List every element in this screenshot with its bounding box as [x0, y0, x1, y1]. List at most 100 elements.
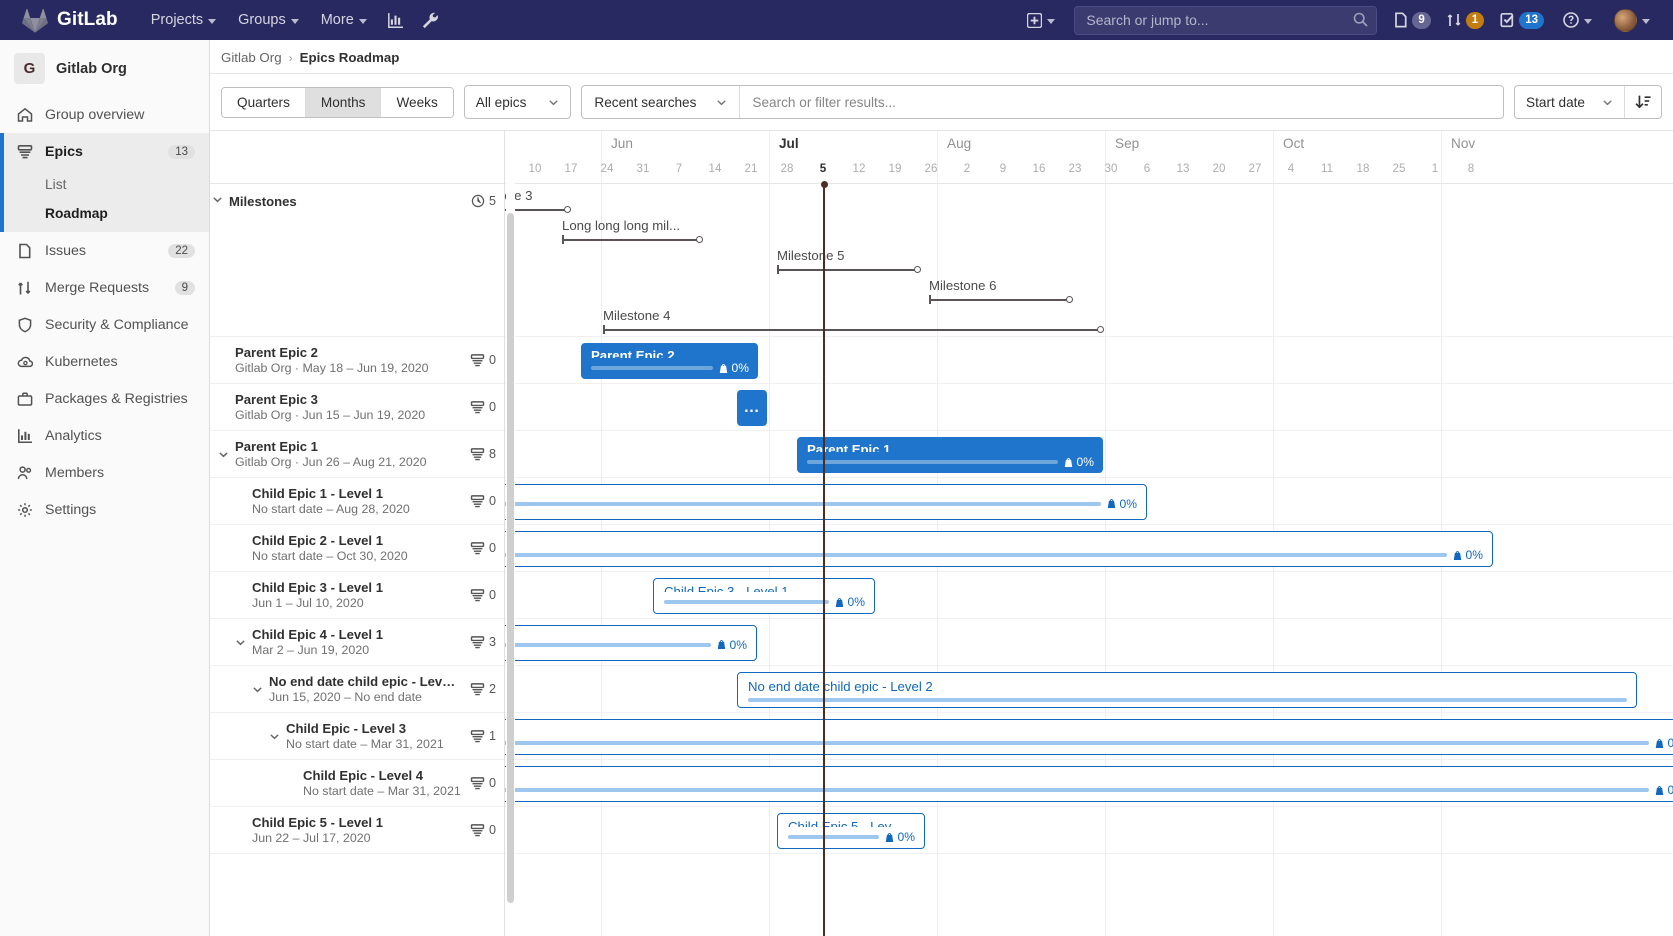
- chevron-down-icon[interactable]: [250, 684, 264, 695]
- nav-merge-requests-badge[interactable]: 1: [1439, 5, 1492, 36]
- preset-weeks[interactable]: Weeks: [381, 88, 452, 117]
- sidebar-epics-subnav: List Roadmap: [0, 170, 209, 232]
- epic-timeline-bar[interactable]: No end date child epic - Level 2: [737, 672, 1637, 708]
- epic-timeline-bar[interactable]: …: [737, 390, 767, 426]
- nav-admin-button[interactable]: [413, 4, 448, 37]
- epic-progress-value: 0%: [1668, 783, 1673, 797]
- epic-list-row[interactable]: Parent Epic 2Gitlab Org · May 18 – Jun 1…: [210, 337, 504, 384]
- epic-progress: 0%: [505, 497, 1137, 511]
- sort-direction-button[interactable]: [1624, 86, 1661, 118]
- filter-search-input[interactable]: [740, 95, 1503, 110]
- preset-quarters[interactable]: Quarters: [222, 88, 306, 117]
- epic-list-row[interactable]: Child Epic 4 - Level 1Mar 2 – Jun 19, 20…: [210, 619, 504, 666]
- sort-descending-icon: [1635, 94, 1651, 110]
- nav-analytics-button[interactable]: [378, 4, 413, 37]
- epic-timeline-bar[interactable]: Child Epic - Level 30%: [505, 719, 1673, 755]
- epic-children-count-wrap: 2: [470, 682, 496, 697]
- chevron-down-icon: [548, 97, 559, 108]
- recent-searches-dropdown[interactable]: Recent searches: [582, 86, 740, 118]
- epic-timeline-bar[interactable]: Parent Epic 20%: [581, 343, 758, 379]
- timeline-day-tick: 4: [1288, 162, 1294, 175]
- sidebar-item-issues[interactable]: Issues 22: [0, 232, 209, 269]
- nav-groups[interactable]: Groups: [227, 3, 310, 37]
- milestone-marker[interactable]: Milestone 5: [777, 248, 920, 274]
- epic-list-row[interactable]: Child Epic - Level 3No start date – Mar …: [210, 713, 504, 760]
- epic-icon: [470, 447, 485, 462]
- epic-timeline-bar[interactable]: Parent Epic 10%: [797, 437, 1103, 473]
- epic-children-count-wrap: 0: [470, 541, 496, 556]
- weight-icon: [1654, 785, 1665, 796]
- epic-list-row[interactable]: Child Epic - Level 4No start date – Mar …: [210, 760, 504, 807]
- epic-timeline-bar[interactable]: 0%: [505, 625, 757, 661]
- timeline-month-label: Aug: [947, 136, 971, 151]
- sidebar-item-epics-list[interactable]: List: [0, 170, 209, 199]
- epic-progress-track: [591, 366, 713, 370]
- epic-progress-percent: 0%: [1452, 548, 1483, 562]
- epic-timeline-bar[interactable]: 0%: [505, 484, 1147, 520]
- epic-timeline-bar[interactable]: Child Epic 3 - Level 10%: [653, 578, 875, 614]
- epic-title: Child Epic 5 - Level 1: [252, 815, 462, 830]
- epic-icon: [470, 541, 485, 556]
- sidebar-item-members[interactable]: Members: [0, 454, 209, 491]
- gitlab-logo[interactable]: GitLab: [12, 8, 118, 33]
- new-item-dropdown[interactable]: [1016, 4, 1066, 37]
- sidebar-item-settings[interactable]: Settings: [0, 491, 209, 528]
- breadcrumb-parent[interactable]: Gitlab Org: [221, 50, 282, 65]
- timeline-month-label: Sep: [1115, 136, 1139, 151]
- epic-timeline-bar[interactable]: Level 10%: [505, 531, 1493, 567]
- global-search[interactable]: [1074, 6, 1377, 35]
- sidebar-item-kubernetes[interactable]: Kubernetes: [0, 343, 209, 380]
- chevron-down-icon[interactable]: [267, 731, 281, 742]
- nav-groups-label: Groups: [238, 12, 286, 28]
- epic-timeline-row: [505, 807, 1673, 854]
- epic-title: Child Epic 3 - Level 1: [252, 580, 462, 595]
- chevron-down-icon: [291, 19, 299, 24]
- epics-state-label: All epics: [476, 95, 527, 110]
- milestone-marker[interactable]: Milestone 6: [929, 278, 1072, 304]
- search-input[interactable]: [1074, 6, 1377, 35]
- epic-timeline-bar[interactable]: Child Epic - Level 40%: [505, 766, 1673, 802]
- roadmap-vertical-scrollbar[interactable]: [506, 131, 515, 936]
- chevron-down-icon[interactable]: [210, 194, 224, 205]
- epic-list-row[interactable]: Child Epic 2 - Level 1No start date – Oc…: [210, 525, 504, 572]
- epic-progress-percent: 0%: [884, 830, 915, 844]
- epic-children-count: 0: [489, 823, 496, 837]
- home-icon: [16, 106, 33, 123]
- user-menu[interactable]: [1603, 0, 1661, 41]
- nav-issues-badge[interactable]: 9: [1385, 5, 1438, 36]
- epic-list-row[interactable]: Parent Epic 1Gitlab Org · Jun 26 – Aug 2…: [210, 431, 504, 478]
- timeline-day-tick: 18: [1357, 162, 1370, 175]
- epic-list-row[interactable]: Parent Epic 3Gitlab Org · Jun 15 – Jun 1…: [210, 384, 504, 431]
- weight-icon: [1106, 498, 1117, 509]
- epic-dates: Mar 2 – Jun 19, 2020: [252, 643, 462, 657]
- timeline-day-tick: 9: [1000, 162, 1006, 175]
- epic-timeline-bar[interactable]: Child Epic 5 - Lev...0%: [777, 813, 925, 849]
- epic-list-row[interactable]: Child Epic 5 - Level 1Jun 22 – Jul 17, 2…: [210, 807, 504, 854]
- epic-list-row[interactable]: Child Epic 3 - Level 1Jun 1 – Jul 10, 20…: [210, 572, 504, 619]
- sidebar-item-analytics[interactable]: Analytics: [0, 417, 209, 454]
- sidebar-item-epics-roadmap[interactable]: Roadmap: [0, 199, 209, 228]
- sort-field-dropdown[interactable]: Start date: [1515, 86, 1624, 118]
- chevron-down-icon[interactable]: [216, 449, 230, 460]
- milestone-marker[interactable]: Long long long mil...: [562, 218, 702, 244]
- sidebar-item-packages-registries[interactable]: Packages & Registries: [0, 380, 209, 417]
- scrollbar-thumb[interactable]: [507, 213, 514, 903]
- epics-state-dropdown[interactable]: All epics: [464, 85, 572, 119]
- sidebar-org-header[interactable]: G Gitlab Org: [0, 40, 209, 96]
- sidebar-item-epics[interactable]: Epics 13: [0, 133, 209, 170]
- preset-months[interactable]: Months: [306, 88, 382, 117]
- chevron-down-icon[interactable]: [233, 637, 247, 648]
- milestones-section-row[interactable]: Milestones 5: [210, 184, 504, 337]
- help-menu[interactable]: [1552, 3, 1603, 37]
- epic-list-row[interactable]: Child Epic 1 - Level 1No start date – Au…: [210, 478, 504, 525]
- sidebar-item-security-compliance[interactable]: Security & Compliance: [0, 306, 209, 343]
- nav-more[interactable]: More: [310, 3, 378, 37]
- sidebar-item-merge-requests[interactable]: Merge Requests 9: [0, 269, 209, 306]
- milestone-end-cap: [1066, 296, 1073, 303]
- sidebar-item-group-overview[interactable]: Group overview: [0, 96, 209, 133]
- nav-projects[interactable]: Projects: [140, 3, 227, 37]
- milestone-marker[interactable]: Milestone 4: [603, 308, 1103, 334]
- org-name: Gitlab Org: [56, 61, 127, 77]
- epic-list-row[interactable]: No end date child epic - Level 2Jun 15, …: [210, 666, 504, 713]
- nav-todos-badge[interactable]: 13: [1492, 5, 1552, 36]
